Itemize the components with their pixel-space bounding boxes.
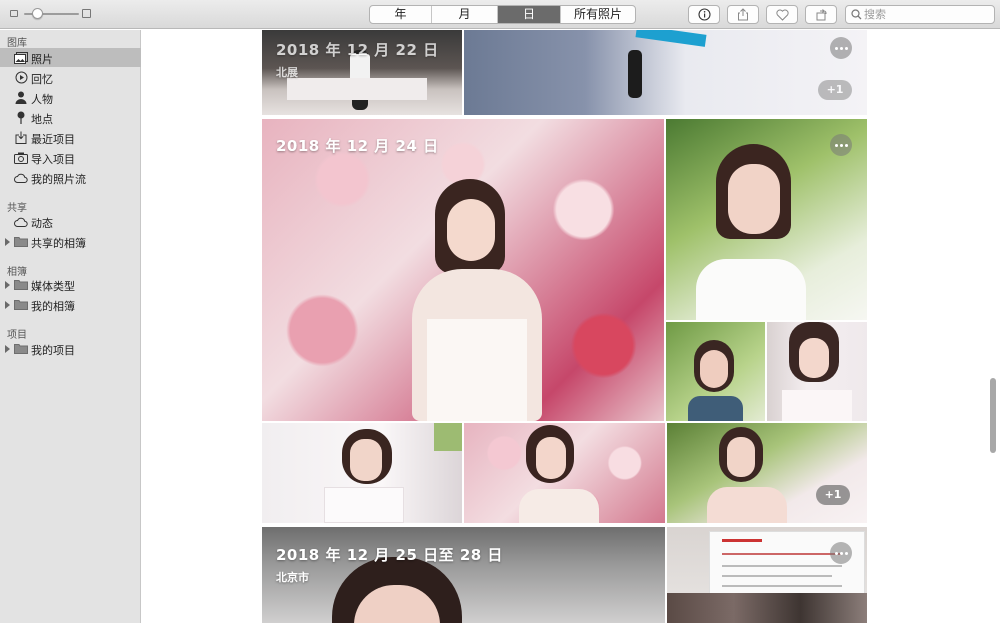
scrollbar-thumb[interactable] xyxy=(990,378,996,453)
photo-thumbnail[interactable] xyxy=(666,322,765,421)
zoom-slider-knob[interactable] xyxy=(32,8,43,19)
info-button[interactable] xyxy=(688,5,720,24)
rotate-icon xyxy=(816,9,826,21)
search-field[interactable] xyxy=(845,5,995,24)
share-button[interactable] xyxy=(727,5,759,24)
folder-icon xyxy=(14,278,28,291)
import-icon xyxy=(14,131,28,144)
photo-thumbnail[interactable] xyxy=(464,30,867,115)
sidebar-item-label: 共享的相簿 xyxy=(31,237,86,250)
sidebar-item-label: 我的项目 xyxy=(31,344,75,357)
sidebar-item-label: 动态 xyxy=(31,217,53,230)
photo-thumbnail[interactable] xyxy=(767,322,867,421)
sidebar-item-my-albums[interactable]: 我的相簿 xyxy=(0,295,141,314)
more-button[interactable] xyxy=(830,37,852,59)
sidebar-item-label: 我的照片流 xyxy=(31,173,86,186)
more-dots-icon xyxy=(834,143,838,147)
sidebar-item-activity[interactable]: 动态 xyxy=(0,212,141,231)
sidebar-item-label: 照片 xyxy=(31,53,53,66)
section-header-library: 图库 xyxy=(7,38,27,49)
view-segmented-control: 年 月 日 所有照片 xyxy=(369,5,636,24)
large-thumbnail-icon xyxy=(82,9,91,18)
toolbar: 年 月 日 所有照片 xyxy=(0,0,1000,29)
sidebar-item-photo-stream[interactable]: 我的照片流 xyxy=(0,168,141,187)
moment-location[interactable]: 北展 xyxy=(276,64,298,80)
segment-all-photos[interactable]: 所有照片 xyxy=(561,6,635,23)
sidebar-item-people[interactable]: 人物 xyxy=(0,88,141,107)
info-icon xyxy=(697,8,711,21)
search-icon xyxy=(851,9,862,20)
photo-thumbnail[interactable] xyxy=(464,423,665,523)
photo-thumbnail[interactable] xyxy=(262,119,664,421)
sidebar-item-my-projects[interactable]: 我的项目 xyxy=(0,339,141,358)
more-count-badge[interactable]: +1 xyxy=(818,80,852,100)
sidebar-item-label: 地点 xyxy=(31,113,53,126)
sidebar-item-label: 媒体类型 xyxy=(31,280,75,293)
folder-icon xyxy=(14,298,28,311)
small-thumbnail-icon xyxy=(10,10,18,17)
more-button[interactable] xyxy=(830,542,852,564)
sidebar-item-recent[interactable]: 最近项目 xyxy=(0,128,141,147)
heart-icon xyxy=(775,8,789,21)
segment-day[interactable]: 日 xyxy=(498,6,561,23)
person-icon xyxy=(14,91,28,104)
memories-icon xyxy=(14,71,28,84)
sidebar-item-photos[interactable]: 照片 xyxy=(0,48,141,67)
disclosure-triangle-icon[interactable] xyxy=(5,238,10,246)
folder-icon xyxy=(14,235,28,248)
sidebar-item-shared-albums[interactable]: 共享的相簿 xyxy=(0,232,141,251)
moment-location[interactable]: 北京市 xyxy=(276,569,309,585)
zoom-slider[interactable] xyxy=(10,8,91,20)
camera-icon xyxy=(14,151,28,164)
more-dots-icon xyxy=(834,551,838,555)
sidebar-item-places[interactable]: 地点 xyxy=(0,108,141,127)
photo-grid: 2018 年 12 月 22 日 北展 +1 2018 年 12 月 24 日 … xyxy=(142,30,1000,623)
favorite-button[interactable] xyxy=(766,5,798,24)
segment-month[interactable]: 月 xyxy=(432,6,498,23)
rotate-button[interactable] xyxy=(805,5,837,24)
photo-thumbnail[interactable] xyxy=(262,527,665,623)
sidebar-item-media-types[interactable]: 媒体类型 xyxy=(0,275,141,294)
cloud-icon xyxy=(14,171,28,184)
sidebar-item-label: 我的相簿 xyxy=(31,300,75,313)
moment-title[interactable]: 2018 年 12 月 22 日 xyxy=(276,39,439,60)
more-button[interactable] xyxy=(830,134,852,156)
sidebar-item-label: 最近项目 xyxy=(31,133,75,146)
sidebar-item-imports[interactable]: 导入项目 xyxy=(0,148,141,167)
share-icon xyxy=(738,8,748,21)
photo-thumbnail[interactable] xyxy=(262,423,462,523)
cloud-icon xyxy=(14,215,28,228)
photo-thumbnail[interactable] xyxy=(667,527,867,623)
folder-icon xyxy=(14,342,28,355)
disclosure-triangle-icon[interactable] xyxy=(5,345,10,353)
more-count-badge[interactable]: +1 xyxy=(816,485,850,505)
sidebar-item-memories[interactable]: 回忆 xyxy=(0,68,141,87)
photos-icon xyxy=(14,51,28,64)
moment-title[interactable]: 2018 年 12 月 24 日 xyxy=(276,135,439,156)
disclosure-triangle-icon[interactable] xyxy=(5,301,10,309)
segment-year[interactable]: 年 xyxy=(370,6,432,23)
pin-icon xyxy=(14,111,28,124)
sidebar-item-label: 导入项目 xyxy=(31,153,75,166)
sidebar: 图库 照片 回忆 人物 地点 最近项目 导入项目 我的照片流 共享 动态 共享的… xyxy=(0,30,141,623)
disclosure-triangle-icon[interactable] xyxy=(5,281,10,289)
sidebar-item-label: 回忆 xyxy=(31,73,53,86)
search-input[interactable] xyxy=(864,7,989,22)
more-dots-icon xyxy=(834,46,838,50)
sidebar-item-label: 人物 xyxy=(31,93,53,106)
moment-title[interactable]: 2018 年 12 月 25 日至 28 日 xyxy=(276,544,503,565)
photo-thumbnail[interactable] xyxy=(667,423,867,523)
